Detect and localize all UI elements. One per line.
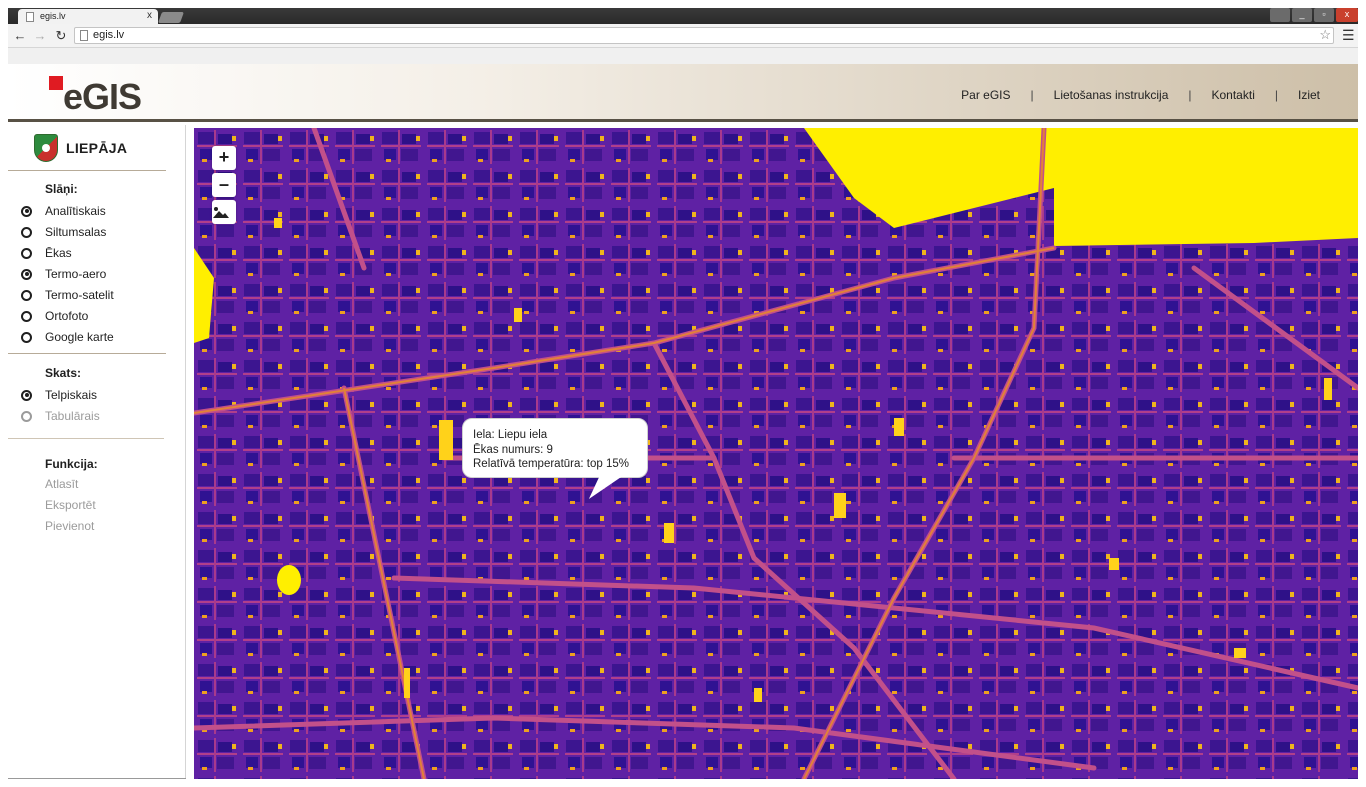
browser-tab[interactable]: egis.lv x bbox=[18, 9, 158, 24]
zoom-in-button[interactable]: + bbox=[212, 146, 236, 170]
divider bbox=[8, 170, 166, 171]
popup-building-number: Ēkas numurs: 9 bbox=[473, 443, 553, 456]
radio-icon[interactable] bbox=[21, 247, 32, 259]
nav-link-instrukcija[interactable]: Lietošanas instrukcija bbox=[1054, 88, 1169, 102]
layer-option-termo-satelit[interactable]: Termo-satelit bbox=[21, 288, 114, 302]
layer-option-analitiskais[interactable]: Analītiskais bbox=[21, 204, 106, 218]
forward-arrow-icon[interactable]: → bbox=[31, 27, 49, 45]
new-tab-button[interactable] bbox=[157, 12, 185, 23]
sidebar: LIEPĀJA Slāņi: Analītiskais Siltumsalas … bbox=[8, 125, 186, 779]
layer-label: Ēkas bbox=[45, 246, 72, 260]
popup-temperature: Relatīvā temperatūra: top 15% bbox=[473, 458, 629, 470]
coat-of-arms-icon bbox=[34, 134, 58, 162]
bookmark-bar bbox=[8, 48, 1358, 64]
sidebar-bottom-line bbox=[8, 778, 186, 779]
function-pievienot[interactable]: Pievienot bbox=[45, 519, 94, 533]
address-bar[interactable]: egis.lv ☆ bbox=[74, 27, 1334, 44]
logo-square-icon bbox=[49, 76, 63, 90]
site-header: eGIS Par eGIS | Lietošanas instrukcija |… bbox=[8, 64, 1358, 122]
popup-street: Iela: Liepu iela bbox=[473, 429, 548, 441]
radio-checked-icon[interactable] bbox=[21, 205, 32, 217]
layer-label: Analītiskais bbox=[45, 204, 106, 218]
view-label: Telpiskais bbox=[45, 388, 98, 402]
tab-title: egis.lv bbox=[40, 11, 66, 21]
view-option-tabularais[interactable]: Tabulārais bbox=[21, 409, 100, 423]
reload-icon[interactable]: ↻ bbox=[52, 27, 70, 45]
layer-label: Ortofoto bbox=[45, 309, 89, 323]
nav-separator: | bbox=[1274, 88, 1278, 102]
layer-label: Siltumsalas bbox=[45, 225, 107, 239]
tab-close-icon[interactable]: x bbox=[147, 10, 152, 21]
divider bbox=[8, 353, 166, 354]
layer-label: Termo-satelit bbox=[45, 288, 114, 302]
nav-separator: | bbox=[1030, 88, 1034, 102]
city-name: LIEPĀJA bbox=[66, 140, 128, 156]
layer-option-ekas[interactable]: Ēkas bbox=[21, 246, 72, 260]
thermal-map[interactable]: + – Iela: Liepu iela Ēkas numurs: 9 Rela… bbox=[194, 128, 1358, 779]
city-badge: LIEPĀJA bbox=[34, 133, 127, 163]
logo[interactable]: eGIS bbox=[63, 76, 142, 118]
layer-option-siltumsalas[interactable]: Siltumsalas bbox=[21, 225, 106, 239]
url-text: egis.lv bbox=[93, 29, 125, 41]
browser-titlebar: egis.lv x _ ▫ x bbox=[8, 8, 1358, 24]
view-title: Skats: bbox=[45, 366, 82, 380]
back-arrow-icon[interactable]: ← bbox=[11, 27, 29, 45]
radio-icon[interactable] bbox=[21, 226, 32, 238]
minimize-button[interactable]: _ bbox=[1292, 8, 1312, 22]
nav-link-iziet[interactable]: Iziet bbox=[1298, 88, 1320, 102]
radio-icon[interactable] bbox=[21, 331, 32, 343]
radio-icon[interactable] bbox=[21, 310, 32, 322]
menu-icon[interactable]: ☰ bbox=[1342, 27, 1355, 44]
radio-icon[interactable] bbox=[21, 410, 32, 422]
maximize-button[interactable]: ▫ bbox=[1314, 8, 1334, 22]
basemap-image-icon[interactable] bbox=[212, 200, 236, 224]
layer-option-termo-aero[interactable]: Termo-aero bbox=[21, 267, 106, 281]
layer-label: Google karte bbox=[45, 330, 114, 344]
function-eksportet[interactable]: Eksportēt bbox=[45, 498, 96, 512]
view-option-telpiskais[interactable]: Telpiskais bbox=[21, 388, 97, 402]
zoom-out-button[interactable]: – bbox=[212, 173, 236, 197]
nav-link-par-egis[interactable]: Par eGIS bbox=[961, 88, 1010, 102]
divider bbox=[8, 438, 164, 439]
page-icon bbox=[26, 12, 34, 22]
radio-checked-icon[interactable] bbox=[21, 268, 32, 280]
bookmark-star-icon[interactable]: ☆ bbox=[1319, 27, 1331, 43]
function-title: Funkcija: bbox=[45, 457, 98, 471]
radio-checked-icon[interactable] bbox=[21, 389, 32, 401]
nav-link-kontakti[interactable]: Kontakti bbox=[1212, 88, 1255, 102]
thermal-map-image bbox=[194, 128, 1358, 779]
layer-option-google-karte[interactable]: Google karte bbox=[21, 330, 114, 344]
layer-option-ortofoto[interactable]: Ortofoto bbox=[21, 309, 88, 323]
function-atlasit[interactable]: Atlasīt bbox=[45, 477, 78, 491]
layers-title: Slāņi: bbox=[45, 182, 78, 196]
nav-separator: | bbox=[1188, 88, 1192, 102]
page-icon bbox=[80, 30, 88, 41]
top-navigation: Par eGIS | Lietošanas instrukcija | Kont… bbox=[961, 88, 1320, 102]
radio-icon[interactable] bbox=[21, 289, 32, 301]
close-window-button[interactable]: x bbox=[1336, 8, 1358, 22]
browser-toolbar: ← → ↻ egis.lv ☆ ☰ bbox=[8, 24, 1358, 48]
building-info-popup: Iela: Liepu iela Ēkas numurs: 9 Relatīvā… bbox=[462, 418, 648, 478]
user-icon[interactable] bbox=[1270, 8, 1290, 22]
layer-label: Termo-aero bbox=[45, 267, 107, 281]
view-label: Tabulārais bbox=[45, 409, 100, 423]
